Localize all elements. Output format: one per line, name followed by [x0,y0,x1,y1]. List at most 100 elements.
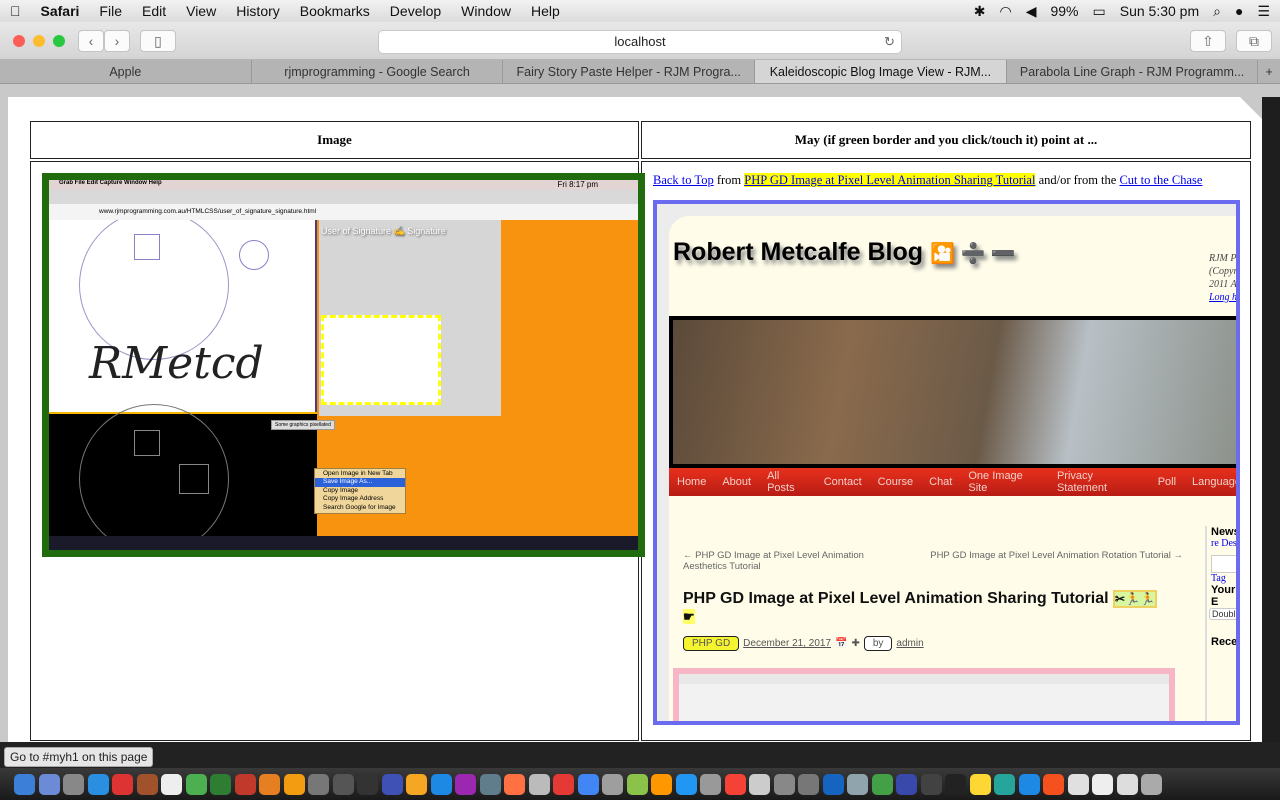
dock-app-icon[interactable] [504,773,525,795]
dock-app-icon[interactable] [1067,773,1089,795]
tab-kaleidoscopic[interactable]: Kaleidoscopic Blog Image View - RJM... [755,60,1007,83]
dock-app-icon[interactable] [945,773,966,795]
dock-app-icon[interactable] [1018,773,1040,795]
clock[interactable]: Sun 5:30 pm [1120,3,1199,19]
dock-app-icon[interactable] [700,773,721,795]
menu-history[interactable]: History [226,3,290,19]
dock-app-icon[interactable] [675,773,697,795]
dock-app-icon[interactable] [1116,773,1138,795]
siri-icon[interactable]: ● [1235,3,1243,19]
nav-privacy[interactable]: Privacy Statement [1049,470,1150,494]
nav-chat[interactable]: Chat [921,476,960,488]
menu-view[interactable]: View [176,3,226,19]
search-icon[interactable]: ⌕ [1213,3,1221,20]
dock-app-icon[interactable] [1043,773,1064,795]
post-link[interactable]: PHP GD Image at Pixel Level Animation Sh… [744,173,1036,187]
minimize-window-button[interactable] [33,35,45,47]
dock-app-icon[interactable] [185,773,207,795]
dock-app-icon[interactable] [969,773,991,795]
dock-app-icon[interactable] [259,773,280,795]
dock-app-icon[interactable] [651,773,672,795]
nav-course[interactable]: Course [870,476,921,488]
dock-app-icon[interactable] [14,773,35,795]
dock-app-icon[interactable] [749,773,770,795]
nav-one-image-site[interactable]: One Image Site [960,470,1049,494]
dock-app-icon[interactable] [234,773,256,795]
dock-app-icon[interactable] [871,773,893,795]
dock-app-icon[interactable] [994,773,1015,795]
menu-bookmarks[interactable]: Bookmarks [290,3,380,19]
tab-apple[interactable]: Apple [0,60,252,83]
prev-post-link[interactable]: ← PHP GD Image at Pixel Level Animation … [683,550,903,572]
dock-app-icon[interactable] [87,773,109,795]
dock-app-icon[interactable] [283,773,305,795]
kaleidoscopic-image[interactable]: Grab File Edit Capture Window Help Fri 8… [42,173,645,557]
dock-app-icon[interactable] [896,773,917,795]
app-menu[interactable]: Safari [31,3,90,19]
back-to-top-link[interactable]: Back to Top [653,173,714,187]
new-tab-button[interactable]: + [1258,60,1280,83]
address-bar[interactable]: localhost [378,30,902,54]
post-date[interactable]: December 21, 2017 [743,638,831,649]
category-select[interactable]: PHP GD [683,636,740,651]
bluetooth-icon[interactable]: ✱ [974,3,986,20]
nav-home[interactable]: Home [669,476,714,488]
dock-app-icon[interactable] [357,773,378,795]
dock-app-icon[interactable] [773,773,795,795]
share-icons[interactable]: ✂🏃🏃 [1113,590,1157,608]
back-button[interactable]: ‹ [78,30,104,52]
dock-app-icon[interactable] [136,773,158,795]
dock-app-icon[interactable] [553,773,574,795]
sidebar-toggle-button[interactable]: ▯ [140,30,176,52]
pointing-hand-icon[interactable]: ☛ [683,609,695,624]
volume-icon[interactable]: ◀ [1026,3,1037,20]
dock-app-icon[interactable] [381,773,403,795]
plus-icon[interactable]: ✚ [851,638,859,649]
dock-app-icon[interactable] [528,773,550,795]
nav-all-posts[interactable]: All Posts [759,470,816,494]
wifi-icon[interactable]: ◠ [999,3,1011,20]
dock-app-icon[interactable] [210,773,231,795]
cut-to-chase-link[interactable]: Cut to the Chase [1119,173,1202,187]
dock-app-icon[interactable] [1092,773,1113,795]
battery-icon[interactable]: ▭ [1093,3,1106,20]
menu-help[interactable]: Help [521,3,570,19]
sidebar-select[interactable]: Doubl [1209,608,1236,620]
by-select[interactable]: by [863,636,893,651]
calendar-icon[interactable]: 📅 [835,638,847,649]
apple-icon[interactable]:  [0,3,31,19]
menu-develop[interactable]: Develop [380,3,451,19]
post-image[interactable] [673,668,1175,721]
list-icon[interactable]: ☰ [1257,3,1270,20]
dock-app-icon[interactable] [332,773,354,795]
dock-app-icon[interactable] [626,773,648,795]
nav-about[interactable]: About [714,476,759,488]
nav-poll[interactable]: Poll [1150,476,1184,488]
zoom-window-button[interactable] [53,35,65,47]
tab-parabola[interactable]: Parabola Line Graph - RJM Programm... [1007,60,1259,83]
dock-app-icon[interactable] [38,773,60,795]
dock-app-icon[interactable] [406,773,427,795]
dock-app-icon[interactable] [577,773,599,795]
dock-app-icon[interactable] [63,773,84,795]
nav-language[interactable]: Language [1184,476,1236,488]
tab-fairy-story[interactable]: Fairy Story Paste Helper - RJM Progra... [503,60,756,83]
tab-google-search[interactable]: rjmprogramming - Google Search [252,60,504,83]
nav-contact[interactable]: Contact [816,476,870,488]
dock-app-icon[interactable] [798,773,819,795]
dock-app-icon[interactable] [602,773,623,795]
tabs-overview-button[interactable]: ⧉ [1236,30,1272,52]
dock-app-icon[interactable] [455,773,476,795]
forward-button[interactable]: › [104,30,130,52]
dock-app-icon[interactable] [112,773,133,795]
menu-edit[interactable]: Edit [132,3,176,19]
reload-icon[interactable]: ↻ [884,34,895,50]
close-window-button[interactable] [13,35,25,47]
battery-percent[interactable]: 99% [1050,3,1078,19]
dock-app-icon[interactable] [479,773,501,795]
dock-app-icon[interactable] [847,773,868,795]
dock-app-icon[interactable] [430,773,452,795]
dock-app-icon[interactable] [161,773,182,795]
dock-app-icon[interactable] [724,773,746,795]
blog-preview-frame[interactable]: Robert Metcalfe Blog 🎦 ➗ ➖ RJM Pr (Copyr 2… [653,200,1240,725]
